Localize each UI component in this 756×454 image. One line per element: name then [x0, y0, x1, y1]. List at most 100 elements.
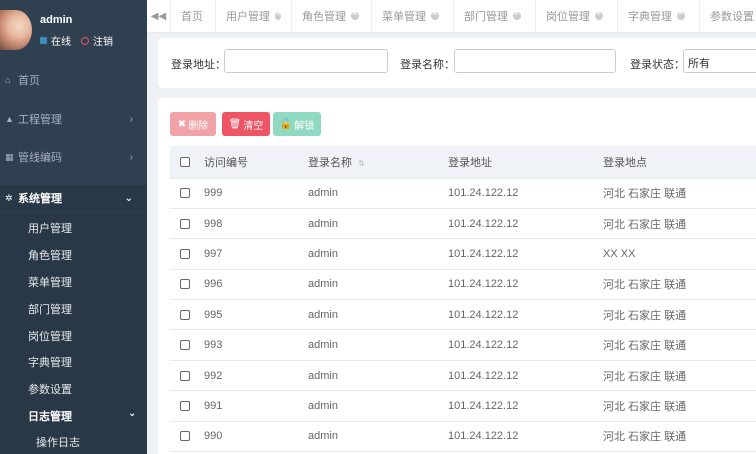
- close-icon[interactable]: [677, 8, 685, 20]
- header-login-location[interactable]: 登录地点: [603, 146, 756, 179]
- row-checkbox[interactable]: [180, 249, 190, 260]
- login-status-value: 所有: [688, 58, 710, 70]
- trash-icon: 🗑: [228, 118, 242, 130]
- tab-menus[interactable]: 菜单管理: [372, 0, 454, 32]
- sort-icon[interactable]: ⇅: [358, 159, 365, 168]
- submenu-item-operation-log[interactable]: 操作日志: [36, 434, 80, 450]
- unlock-button-label: 解锁: [294, 120, 315, 132]
- cell-login-addr: 101.24.122.12: [448, 360, 603, 392]
- unlock-button[interactable]: 🔓 解锁: [273, 112, 321, 136]
- sidebar: admin 在线 注销 ⌂ 首页 ▲ 工程管理 › ▦ 管线编码 › ✲ 系统管…: [0, 0, 147, 454]
- tab-label: 参数设置: [710, 11, 754, 23]
- submenu-item-posts[interactable]: 岗位管理: [28, 328, 72, 344]
- tab-label: 首页: [181, 11, 203, 23]
- cell-login-location: 河北 石家庄 联通: [603, 421, 756, 453]
- cell-login-location: XX XX: [603, 238, 756, 270]
- tab-label: 字典管理: [628, 11, 672, 23]
- table-row[interactable]: 991 admin 101.24.122.12 河北 石家庄 联通: [170, 390, 756, 422]
- header-login-addr[interactable]: 登录地址: [448, 146, 603, 179]
- sidebar-item-label: 管线编码: [18, 152, 62, 164]
- sidebar-item-system[interactable]: ✲ 系统管理 ⌄: [0, 185, 147, 211]
- login-log-table: 访问编号 登录名称 ⇅ 登录地址 登录地点 999 admin 101.24.12…: [170, 146, 756, 453]
- tab-roles[interactable]: 角色管理: [292, 0, 372, 32]
- submenu-item-roles[interactable]: 角色管理: [28, 247, 72, 263]
- table-row[interactable]: 999 admin 101.24.122.12 河北 石家庄 联通: [170, 178, 756, 209]
- tab-label: 部门管理: [464, 11, 508, 23]
- home-icon: ⌂: [5, 75, 11, 85]
- avatar[interactable]: [0, 10, 32, 50]
- chevron-right-icon: ›: [129, 113, 133, 125]
- submenu-item-users[interactable]: 用户管理: [28, 220, 72, 236]
- tab-posts[interactable]: 岗位管理: [536, 0, 618, 32]
- cell-login-name: admin: [308, 238, 448, 270]
- table-row[interactable]: 992 admin 101.24.122.12 河北 石家庄 联通: [170, 360, 756, 392]
- tab-users[interactable]: 用户管理: [216, 0, 292, 32]
- table-row[interactable]: 996 admin 101.24.122.12 河北 石家庄 联通: [170, 269, 756, 301]
- login-addr-input[interactable]: [224, 49, 388, 73]
- logout-link[interactable]: 注销: [93, 33, 113, 48]
- tab-label: 岗位管理: [546, 11, 590, 23]
- header-login-name[interactable]: 登录名称 ⇅: [308, 146, 448, 179]
- submenu-item-dictionary[interactable]: 字典管理: [28, 354, 72, 370]
- row-checkbox[interactable]: [180, 340, 190, 351]
- row-checkbox[interactable]: [180, 309, 190, 320]
- select-all-checkbox[interactable]: [180, 156, 190, 167]
- header-label: 登录名称: [308, 156, 352, 169]
- cell-login-name: admin: [308, 208, 448, 240]
- cell-login-location: 河北 石家庄 联通: [603, 269, 756, 301]
- cell-access-id: 995: [204, 299, 308, 331]
- submenu-item-params[interactable]: 参数设置: [28, 381, 72, 397]
- login-status-select[interactable]: 所有: [683, 49, 756, 73]
- row-checkbox[interactable]: [180, 218, 190, 229]
- table-row[interactable]: 998 admin 101.24.122.12 河北 石家庄 联通: [170, 208, 756, 240]
- row-checkbox[interactable]: [180, 431, 190, 442]
- cell-login-addr: 101.24.122.12: [448, 178, 603, 209]
- tab-home[interactable]: 首页: [171, 0, 216, 32]
- cell-login-name: admin: [308, 421, 448, 453]
- sidebar-item-home[interactable]: ⌂ 首页: [0, 69, 147, 91]
- sidebar-item-projects[interactable]: ▲ 工程管理 ›: [0, 108, 147, 130]
- close-icon[interactable]: [595, 8, 603, 20]
- tab-dictionary[interactable]: 字典管理: [618, 0, 700, 32]
- cell-login-name: admin: [308, 299, 448, 331]
- unlock-icon: 🔓: [279, 118, 293, 130]
- cell-access-id: 998: [204, 208, 308, 240]
- cell-login-location: 河北 石家庄 联通: [603, 329, 756, 361]
- sidebar-item-pipeline-codes[interactable]: ▦ 管线编码 ›: [0, 146, 147, 168]
- submenu-item-departments[interactable]: 部门管理: [28, 301, 72, 317]
- tab-params[interactable]: 参数设置: [700, 0, 756, 32]
- close-icon[interactable]: [351, 8, 359, 20]
- building-icon: ▦: [5, 151, 14, 162]
- tab-departments[interactable]: 部门管理: [454, 0, 536, 32]
- tab-scroll-left-button[interactable]: ◀◀: [147, 0, 171, 32]
- close-icon[interactable]: [431, 8, 439, 20]
- row-checkbox-cell: [170, 299, 204, 331]
- submenu-item-menus[interactable]: 菜单管理: [28, 274, 72, 290]
- table-row[interactable]: 997 admin 101.24.122.12 XX XX: [170, 238, 756, 270]
- cell-login-addr: 101.24.122.12: [448, 421, 603, 453]
- power-icon[interactable]: [81, 36, 89, 45]
- submenu-item-logs[interactable]: 日志管理 ⌄: [28, 408, 136, 424]
- cell-access-id: 992: [204, 360, 308, 392]
- table-row[interactable]: 990 admin 101.24.122.12 河北 石家庄 联通: [170, 421, 756, 453]
- cell-login-location: 河北 石家庄 联通: [603, 299, 756, 331]
- cell-login-addr: 101.24.122.12: [448, 390, 603, 422]
- close-icon[interactable]: [275, 8, 281, 20]
- login-name-input[interactable]: [454, 49, 616, 73]
- table-row[interactable]: 993 admin 101.24.122.12 河北 石家庄 联通: [170, 329, 756, 361]
- online-status-text: 在线: [51, 37, 71, 48]
- row-checkbox[interactable]: [180, 401, 190, 412]
- header-access-id[interactable]: 访问编号: [204, 146, 308, 179]
- delete-button[interactable]: ✖ 删除: [170, 112, 216, 136]
- tab-label: 菜单管理: [382, 11, 426, 23]
- row-checkbox[interactable]: [180, 370, 190, 381]
- row-checkbox[interactable]: [180, 188, 190, 199]
- system-submenu: 用户管理 角色管理 菜单管理 部门管理 岗位管理 字典管理 参数设置 日志管理 …: [0, 212, 147, 454]
- cell-login-addr: 101.24.122.12: [448, 238, 603, 270]
- clean-button[interactable]: 🗑 清空: [222, 112, 270, 136]
- row-checkbox[interactable]: [180, 279, 190, 290]
- table-row[interactable]: 995 admin 101.24.122.12 河北 石家庄 联通: [170, 299, 756, 331]
- row-checkbox-cell: [170, 269, 204, 301]
- header-checkbox-cell: [170, 146, 204, 179]
- close-icon[interactable]: [513, 8, 521, 20]
